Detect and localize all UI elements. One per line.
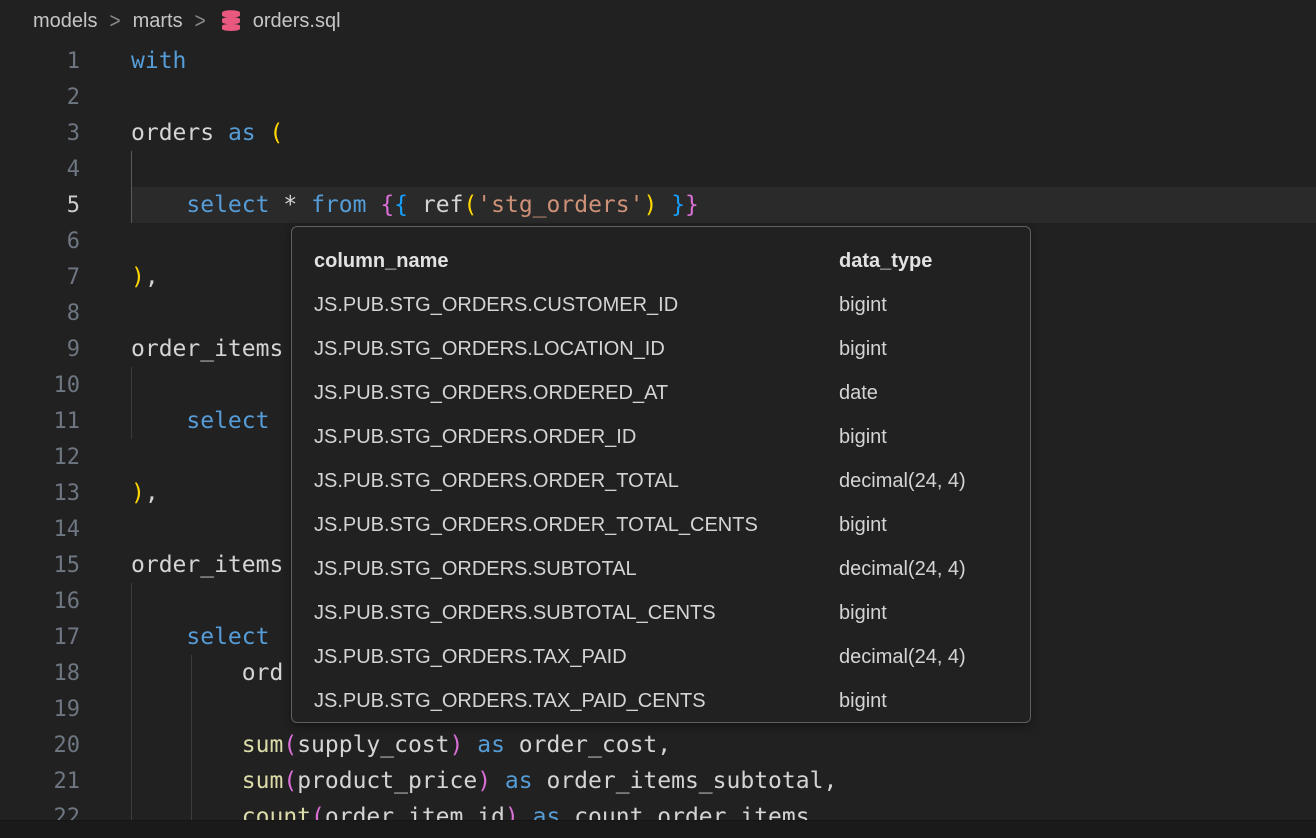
code-line[interactable]: 1 with [0, 43, 1316, 79]
column-name-cell: JS.PUB.STG_ORDERS.TAX_PAID_CENTS [314, 690, 839, 713]
code-line[interactable]: 22 count(order_item_id) as count_order_i… [0, 799, 1316, 820]
line-number: 20 [0, 733, 80, 758]
breadcrumb-item-models[interactable]: models [33, 10, 97, 33]
line-number: 21 [0, 769, 80, 794]
code-text: order_items [131, 331, 283, 367]
data-type-cell: bigint [839, 294, 887, 317]
line-number: 22 [0, 805, 80, 821]
code-line[interactable]: 21 sum(product_price) as order_items_sub… [0, 763, 1316, 799]
column-name-cell: JS.PUB.STG_ORDERS.TAX_PAID [314, 646, 839, 669]
data-type-cell: bigint [839, 514, 887, 537]
line-number: 5 [0, 193, 80, 218]
popup-row: JS.PUB.STG_ORDERS.CUSTOMER_IDbigint [292, 283, 1030, 327]
data-type-cell: decimal(24, 4) [839, 558, 966, 581]
popup-row: JS.PUB.STG_ORDERS.SUBTOTALdecimal(24, 4) [292, 547, 1030, 591]
column-name-header: column_name [314, 250, 839, 273]
code-text: sum(product_price) as order_items_subtot… [131, 763, 837, 799]
breadcrumb: models > marts > orders.sql [0, 0, 1316, 43]
column-metadata-popup: column_name data_type JS.PUB.STG_ORDERS.… [291, 226, 1031, 723]
data-type-cell: decimal(24, 4) [839, 646, 966, 669]
code-text: ), [131, 475, 159, 511]
line-number: 2 [0, 85, 80, 110]
code-line[interactable]: 3 orders as ( [0, 115, 1316, 151]
line-number: 11 [0, 409, 80, 434]
popup-header-row: column_name data_type [292, 239, 1030, 283]
column-name-cell: JS.PUB.STG_ORDERS.ORDERED_AT [314, 382, 839, 405]
line-number: 17 [0, 625, 80, 650]
line-number: 15 [0, 553, 80, 578]
popup-row: JS.PUB.STG_ORDERS.ORDERED_ATdate [292, 371, 1030, 415]
line-number: 14 [0, 517, 80, 542]
column-name-cell: JS.PUB.STG_ORDERS.ORDER_TOTAL [314, 470, 839, 493]
code-line[interactable]: 4 [0, 151, 1316, 187]
database-icon [218, 9, 244, 35]
column-name-cell: JS.PUB.STG_ORDERS.ORDER_TOTAL_CENTS [314, 514, 839, 537]
line-number: 1 [0, 49, 80, 74]
line-number: 4 [0, 157, 80, 182]
code-text: select [131, 403, 269, 439]
data-type-cell: bigint [839, 690, 887, 713]
popup-row: JS.PUB.STG_ORDERS.TAX_PAIDdecimal(24, 4) [292, 635, 1030, 679]
data-type-header: data_type [839, 250, 932, 273]
bracket-guide [131, 151, 132, 223]
popup-row: JS.PUB.STG_ORDERS.ORDER_TOTALdecimal(24,… [292, 459, 1030, 503]
popup-row: JS.PUB.STG_ORDERS.ORDER_IDbigint [292, 415, 1030, 459]
code-text: ), [131, 259, 159, 295]
popup-row: JS.PUB.STG_ORDERS.SUBTOTAL_CENTSbigint [292, 591, 1030, 635]
editor: models > marts > orders.sql 1 with 2 3 order… [0, 0, 1316, 820]
data-type-cell: bigint [839, 426, 887, 449]
breadcrumb-item-file[interactable]: orders.sql [218, 9, 341, 35]
column-name-cell: JS.PUB.STG_ORDERS.CUSTOMER_ID [314, 294, 839, 317]
popup-row: JS.PUB.STG_ORDERS.TAX_PAID_CENTSbigint [292, 679, 1030, 723]
chevron-right-icon: > [195, 9, 206, 34]
column-name-cell: JS.PUB.STG_ORDERS.SUBTOTAL_CENTS [314, 602, 839, 625]
line-number: 10 [0, 373, 80, 398]
line-number: 8 [0, 301, 80, 326]
line-number: 19 [0, 697, 80, 722]
line-number: 7 [0, 265, 80, 290]
indent-guide [131, 367, 132, 439]
line-number: 12 [0, 445, 80, 470]
data-type-cell: date [839, 382, 878, 405]
data-type-cell: bigint [839, 338, 887, 361]
breadcrumb-item-marts[interactable]: marts [133, 10, 183, 33]
line-number: 3 [0, 121, 80, 146]
line-number: 16 [0, 589, 80, 614]
line-number: 9 [0, 337, 80, 362]
code-text: ord [131, 655, 283, 691]
data-type-cell: decimal(24, 4) [839, 470, 966, 493]
code-text: select [131, 619, 269, 655]
code-line[interactable]: 20 sum(supply_cost) as order_cost, [0, 727, 1316, 763]
popup-row: JS.PUB.STG_ORDERS.LOCATION_IDbigint [292, 327, 1030, 371]
code-text: sum(supply_cost) as order_cost, [131, 727, 671, 763]
line-number: 13 [0, 481, 80, 506]
panel-divider [0, 820, 1316, 838]
indent-guide [191, 655, 192, 820]
code-line[interactable]: 2 [0, 79, 1316, 115]
breadcrumb-file-label: orders.sql [253, 10, 341, 33]
line-number: 18 [0, 661, 80, 686]
indent-guide [131, 583, 132, 820]
column-name-cell: JS.PUB.STG_ORDERS.SUBTOTAL [314, 558, 839, 581]
code-text: orders as ( [131, 115, 283, 151]
code-text: with [131, 43, 186, 79]
code-text: select * from {{ ref('stg_orders') }} [131, 187, 699, 223]
code-text: count(order_item_id) as count_order_item… [131, 799, 810, 820]
code-line[interactable]: 5 select * from {{ ref('stg_orders') }} [0, 187, 1316, 223]
code-text: order_items [131, 547, 283, 583]
column-name-cell: JS.PUB.STG_ORDERS.LOCATION_ID [314, 338, 839, 361]
data-type-cell: bigint [839, 602, 887, 625]
chevron-right-icon: > [109, 9, 120, 34]
column-name-cell: JS.PUB.STG_ORDERS.ORDER_ID [314, 426, 839, 449]
popup-row: JS.PUB.STG_ORDERS.ORDER_TOTAL_CENTSbigin… [292, 503, 1030, 547]
line-number: 6 [0, 229, 80, 254]
